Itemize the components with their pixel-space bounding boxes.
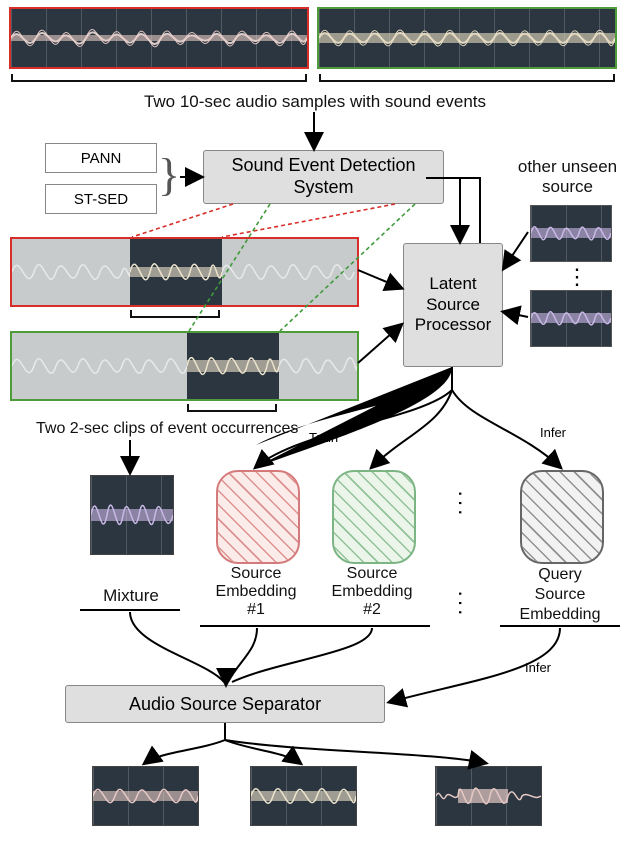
- brace-icon: }: [158, 148, 180, 201]
- sed-option-stsed: ST-SED: [45, 184, 157, 214]
- src1-underline: [200, 625, 315, 627]
- svg-text:Infer: Infer: [540, 425, 567, 440]
- event-clip-panel-red: [10, 237, 359, 307]
- unseen-source-clip-1: [530, 205, 612, 262]
- latent-source-processor-box: Latent Source Processor: [403, 243, 503, 367]
- source-embedding-2-blob: [332, 470, 416, 564]
- sed-option-pann: PANN: [45, 143, 157, 173]
- embeddings-ellipsis: ···: [448, 490, 474, 518]
- sed-system-box: Sound Event Detection System: [203, 150, 444, 204]
- audio-sample-1: [9, 7, 309, 69]
- clip-red-bracket: [130, 316, 220, 318]
- query-underline: [500, 625, 620, 627]
- svg-text:Infer: Infer: [525, 660, 552, 675]
- sample-2-bracket: [319, 80, 615, 82]
- svg-text:Train: Train: [309, 430, 338, 445]
- query-embedding-label: Query Source Embedding: [500, 565, 620, 625]
- mixture-clip: [90, 475, 174, 555]
- event-clip-panel-green: [10, 331, 359, 401]
- sample-1-bracket: [11, 80, 307, 82]
- src2-underline: [315, 625, 430, 627]
- architecture-diagram: Two 10-sec audio samples with sound even…: [0, 0, 628, 842]
- audio-source-separator-box: Audio Source Separator: [65, 685, 385, 723]
- query-embedding-blob: [520, 470, 604, 564]
- unseen-source-clip-2: [530, 290, 612, 347]
- source-embedding-2-label: Source Embedding #2: [312, 565, 432, 619]
- source-embedding-1-blob: [216, 470, 300, 564]
- unseen-vertical-ellipsis: ⋮: [566, 264, 590, 290]
- unseen-source-label: other unseen source: [505, 157, 628, 197]
- audio-sample-2: [317, 7, 617, 69]
- clip-caption: Two 2-sec clips of event occurrences: [36, 420, 298, 438]
- output-clip-query: [435, 766, 542, 826]
- output-clip-2: [250, 766, 357, 826]
- top-caption: Two 10-sec audio samples with sound even…: [125, 92, 505, 112]
- mixture-label: Mixture: [90, 586, 172, 606]
- clip-green-bracket: [187, 410, 277, 412]
- embeddings-ellipsis-2: ···: [448, 590, 474, 618]
- mixture-underline: [80, 609, 180, 611]
- source-embedding-1-label: Source Embedding #1: [196, 565, 316, 619]
- output-clip-1: [92, 766, 199, 826]
